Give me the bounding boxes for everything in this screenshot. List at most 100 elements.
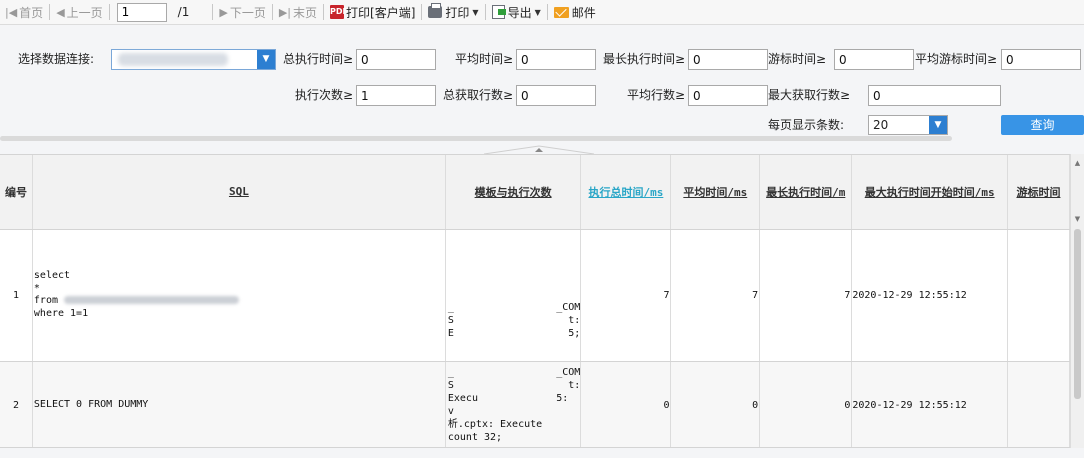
avg-rows-input[interactable] <box>688 85 768 106</box>
scroll-down-icon[interactable]: ▼ <box>1071 212 1084 226</box>
redacted-table-name <box>64 296 240 304</box>
report-toolbar: |◀ 首页 ◀ 上一页 /1 ▶ 下一页 ▶| 末页 PDF 打印[客户端] 打… <box>0 0 1084 25</box>
avg-cursor-time-input[interactable] <box>1001 49 1081 70</box>
mail-label: 邮件 <box>571 5 596 20</box>
table-row[interactable]: 2 SELECT 0 FROM DUMMY _ _COM S t: Execu … <box>0 361 1070 447</box>
total-exec-time-label: 总执行时间≥ <box>283 52 354 66</box>
print-button[interactable]: 打印 ▼ <box>425 1 481 23</box>
max-exec-time-cell: 0 <box>759 361 853 447</box>
print-client-icon: PDF <box>330 5 348 19</box>
total-fetch-rows-label: 总获取行数≥ <box>443 88 514 102</box>
first-page-button[interactable]: |◀ 首页 <box>2 1 46 23</box>
toolbar-separator <box>421 4 423 20</box>
total-exec-time-input[interactable] <box>356 49 436 70</box>
last-page-icon: ▶| <box>278 5 292 19</box>
template-line: Execu 5: <box>447 393 569 404</box>
max-exec-start-time-cell: 2020-12-29 12:55:12 <box>851 229 1008 362</box>
col-header-sql[interactable]: SQL <box>32 155 446 230</box>
sql-stats-table: 编号 SQL 模板与执行次数 执行总时间/ms 平均时间/ms 最长执行时间/m… <box>0 154 1070 448</box>
horizontal-scrollbar[interactable] <box>0 136 952 141</box>
mail-button[interactable]: 邮件 <box>551 1 599 23</box>
connection-label: 选择数据连接: <box>18 52 95 66</box>
chevron-down-icon: ▼ <box>472 7 479 17</box>
sql-line: where 1=1 <box>33 307 89 319</box>
vertical-scrollbar[interactable]: ▲ ▼ <box>1070 154 1084 448</box>
print-label: 打印 <box>445 5 470 20</box>
data-connection-select[interactable]: ▼ <box>111 49 276 70</box>
toolbar-separator <box>484 4 486 20</box>
max-exec-time-label: 最长执行时间≥ <box>603 52 686 66</box>
print-client-button[interactable]: PDF 打印[客户端] <box>327 1 418 23</box>
cursor-time-cell <box>1007 361 1070 447</box>
col-header-template-count[interactable]: 模板与执行次数 <box>445 155 582 230</box>
export-label: 导出 <box>507 5 532 20</box>
template-line: E 5; <box>447 327 581 339</box>
max-exec-time-input[interactable] <box>688 49 768 70</box>
redacted-connection-name <box>118 53 228 66</box>
chevron-down-icon[interactable]: ▼ <box>257 50 275 69</box>
query-button[interactable]: 查询 <box>1001 115 1084 135</box>
sql-line: * <box>33 282 40 294</box>
toolbar-separator <box>108 4 110 20</box>
page-size-value: 20 <box>873 118 889 132</box>
toolbar-separator <box>212 4 214 20</box>
col-header-number[interactable]: 编号 <box>0 155 33 230</box>
col-header-cursor-time[interactable]: 游标时间 <box>1007 155 1070 230</box>
scrollbar-thumb[interactable] <box>1074 229 1081 399</box>
mail-icon <box>553 6 569 18</box>
first-page-label: 首页 <box>19 5 44 20</box>
page-size-label: 每页显示条数: <box>768 118 845 132</box>
last-page-label: 末页 <box>293 5 318 20</box>
sql-stats-grid: 编号 SQL 模板与执行次数 执行总时间/ms 平均时间/ms 最长执行时间/m… <box>0 155 1070 447</box>
next-page-label: 下一页 <box>229 5 266 20</box>
last-page-button[interactable]: ▶| 末页 <box>276 1 320 23</box>
template-line: S t: <box>447 314 581 326</box>
sql-line: SELECT 0 FROM DUMMY <box>33 398 149 410</box>
cursor-time-label: 游标时间≥ <box>768 52 827 66</box>
row-number: 2 <box>0 361 33 447</box>
export-icon <box>491 5 506 19</box>
sql-line-text: from <box>33 295 65 306</box>
printer-icon <box>428 3 443 18</box>
total-fetch-rows-input[interactable] <box>516 85 596 106</box>
toolbar-separator <box>271 4 273 20</box>
total-exec-time-cell: 0 <box>580 361 672 447</box>
col-header-avg-time[interactable]: 平均时间/ms <box>670 155 761 230</box>
chevron-down-icon[interactable]: ▼ <box>929 116 947 134</box>
template-cell: _ _COM S t: E 5; <box>445 229 582 362</box>
table-row[interactable]: 1 select * from where 1=1 _ _COM S t: E … <box>0 229 1070 362</box>
exec-count-label: 执行次数≥ <box>295 88 354 102</box>
exec-count-input[interactable] <box>356 85 436 106</box>
total-exec-time-cell: 7 <box>580 229 672 362</box>
scroll-up-icon[interactable]: ▲ <box>1071 156 1084 170</box>
print-client-label: 打印[客户端] <box>346 5 416 20</box>
cursor-time-input[interactable] <box>834 49 914 70</box>
cursor-time-cell <box>1007 229 1070 362</box>
next-page-button[interactable]: ▶ 下一页 <box>216 1 268 23</box>
page-total: /1 <box>177 5 190 19</box>
template-line: _ _COM <box>447 301 581 313</box>
prev-page-label: 上一页 <box>66 5 103 20</box>
template-line: count 32; <box>447 432 503 443</box>
avg-time-label: 平均时间≥ <box>455 52 514 66</box>
toolbar-separator <box>546 4 548 20</box>
col-header-max-exec-start-time[interactable]: 最大执行时间开始时间/ms <box>851 155 1008 230</box>
chevron-down-icon: ▼ <box>534 7 541 17</box>
col-header-total-exec-time[interactable]: 执行总时间/ms <box>580 155 672 230</box>
page-size-select[interactable]: 20 ▼ <box>868 115 948 135</box>
toolbar-separator <box>49 4 51 20</box>
table-header-row: 编号 SQL 模板与执行次数 执行总时间/ms 平均时间/ms 最长执行时间/m… <box>0 155 1070 230</box>
max-exec-start-time-cell: 2020-12-29 12:55:12 <box>851 361 1008 447</box>
prev-page-button[interactable]: ◀ 上一页 <box>53 1 105 23</box>
max-fetch-rows-label: 最大获取行数≥ <box>768 88 851 102</box>
avg-time-input[interactable] <box>516 49 596 70</box>
export-button[interactable]: 导出 ▼ <box>489 1 544 23</box>
avg-time-cell: 0 <box>670 361 761 447</box>
first-page-icon: |◀ <box>5 5 18 19</box>
max-fetch-rows-input[interactable] <box>868 85 1001 106</box>
avg-time-cell: 7 <box>670 229 761 362</box>
template-cell: _ _COM S t: Execu 5: v 析.cptx: Execute c… <box>445 361 582 447</box>
col-header-max-exec-time[interactable]: 最长执行时间/m <box>759 155 853 230</box>
page-number-input[interactable] <box>116 2 167 22</box>
prev-page-icon: ◀ <box>56 5 65 19</box>
